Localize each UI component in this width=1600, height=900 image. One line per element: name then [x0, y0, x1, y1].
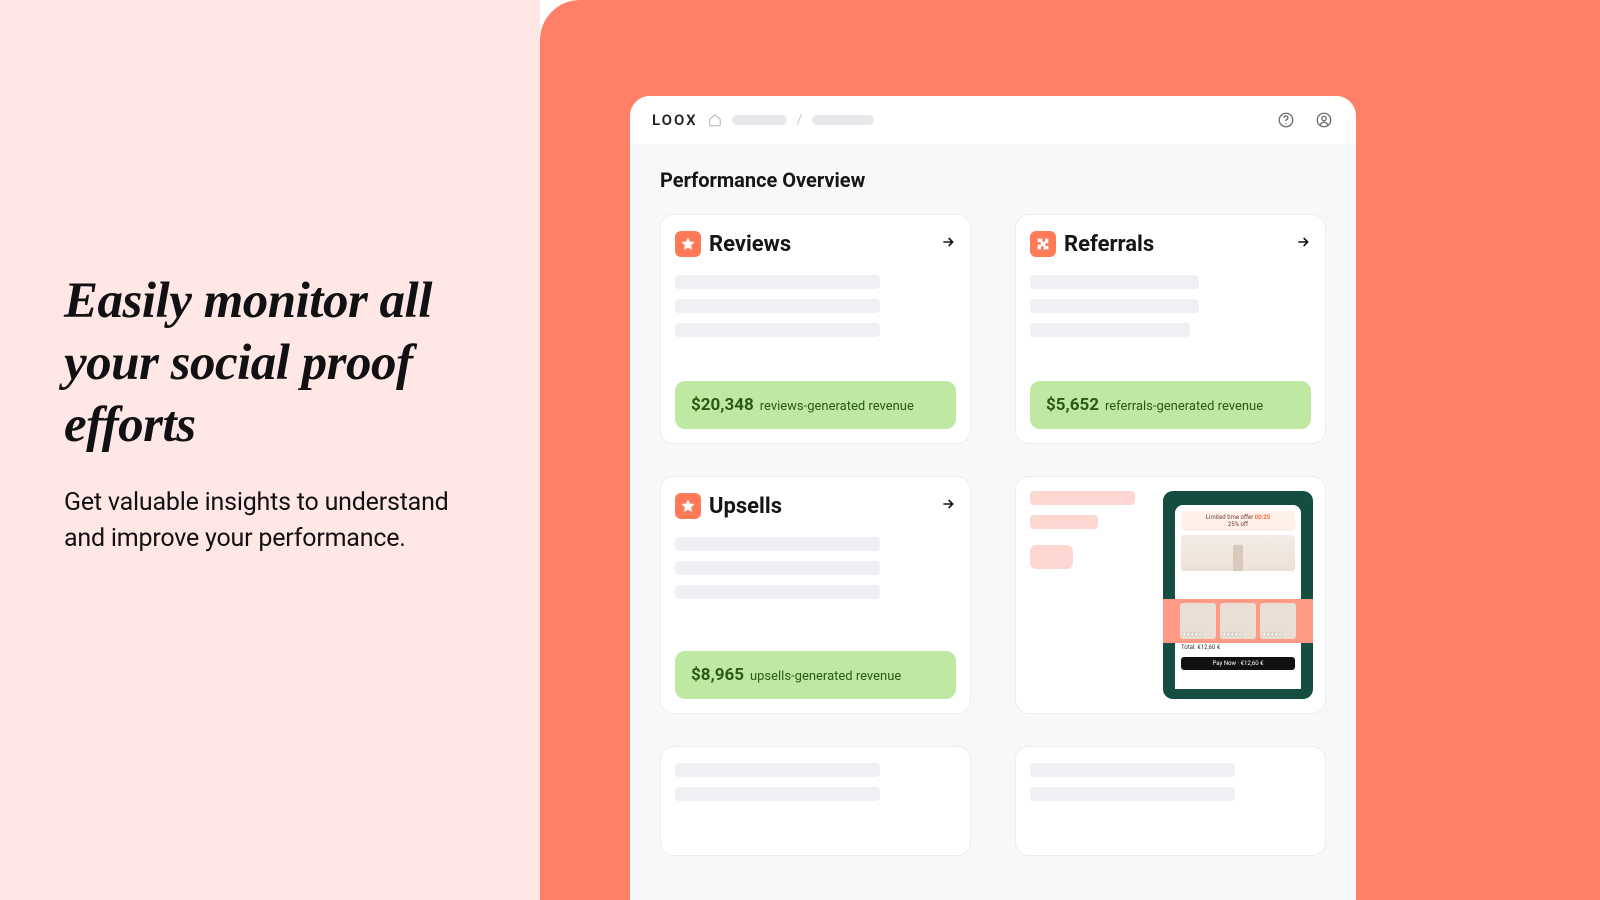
skeleton-line — [675, 299, 880, 313]
card-title: Upsells — [709, 494, 932, 519]
metric-placeholder-group — [675, 537, 956, 651]
marketing-right-panel: LOOX / Performance Overview — [540, 0, 1600, 900]
banner-timer: 00:25 — [1255, 514, 1270, 521]
card-title: Reviews — [709, 232, 932, 257]
product-hero-image — [1181, 535, 1295, 571]
cards-grid: Reviews $20,348 reviews-generated revenu… — [660, 214, 1326, 856]
total-label: Total: — [1181, 644, 1196, 651]
help-icon[interactable] — [1276, 110, 1296, 130]
card-title: Referrals — [1064, 232, 1287, 257]
revenue-pill: $5,652 referrals-generated revenue — [1030, 381, 1311, 429]
pay-now-button[interactable]: Pay Now · €12,60 € — [1181, 657, 1295, 670]
star-icon — [675, 231, 701, 257]
preview-placeholder-group — [1030, 491, 1153, 699]
app-window: LOOX / Performance Overview — [630, 96, 1356, 900]
review-thumbnail[interactable] — [1180, 603, 1216, 639]
profile-icon[interactable] — [1314, 110, 1334, 130]
revenue-amount: $20,348 — [691, 395, 754, 415]
total-value: €12,60 € — [1197, 644, 1220, 651]
arrow-right-icon[interactable] — [940, 234, 956, 254]
revenue-pill: $20,348 reviews-generated revenue — [675, 381, 956, 429]
skeleton-button — [1030, 545, 1073, 569]
marketing-subhead: Get valuable insights to understand and … — [64, 485, 490, 558]
arrow-right-icon[interactable] — [940, 496, 956, 516]
skeleton-line — [1030, 491, 1135, 505]
review-thumbnail-strip — [1163, 599, 1313, 643]
revenue-label: reviews-generated revenue — [760, 399, 914, 414]
card-stub[interactable] — [1015, 746, 1326, 856]
skeleton-line — [1030, 515, 1098, 529]
marketing-left-panel: Easily monitor all your social proof eff… — [0, 0, 540, 900]
skeleton-line — [675, 561, 880, 575]
revenue-label: upsells-generated revenue — [750, 669, 901, 684]
limited-offer-banner: Limited time offer 00:25 25% off — [1181, 511, 1295, 531]
breadcrumb-separator: / — [797, 112, 803, 128]
banner-discount: 25% off — [1228, 521, 1248, 528]
page-title: Performance Overview — [660, 168, 1326, 192]
skeleton-line — [675, 585, 880, 599]
skeleton-line — [1030, 787, 1235, 801]
breadcrumb-placeholder — [732, 115, 787, 125]
card-reviews[interactable]: Reviews $20,348 reviews-generated revenu… — [660, 214, 971, 444]
revenue-pill: $8,965 upsells-generated revenue — [675, 651, 956, 699]
skeleton-line — [675, 763, 880, 777]
puzzle-icon — [1030, 231, 1056, 257]
card-preview[interactable]: Limited time offer 00:25 25% off ★★★★★ 4… — [1015, 476, 1326, 714]
review-thumbnail[interactable] — [1220, 603, 1256, 639]
skeleton-line — [1030, 323, 1190, 337]
phone-preview-inner: Limited time offer 00:25 25% off ★★★★★ 4… — [1175, 505, 1301, 689]
card-stub[interactable] — [660, 746, 971, 856]
revenue-amount: $5,652 — [1046, 395, 1099, 415]
skeleton-line — [1030, 763, 1235, 777]
skeleton-line — [675, 787, 880, 801]
app-header: LOOX / — [630, 96, 1356, 144]
card-upsells[interactable]: Upsells $8,965 upsells-generated revenue — [660, 476, 971, 714]
revenue-label: referrals-generated revenue — [1105, 399, 1263, 414]
star-icon — [675, 493, 701, 519]
app-body: Performance Overview Reviews — [630, 144, 1356, 880]
total-row: Total: €12,60 € — [1181, 644, 1295, 651]
skeleton-line — [1030, 299, 1199, 313]
marketing-headline: Easily monitor all your social proof eff… — [64, 270, 490, 457]
review-thumbnail[interactable] — [1260, 603, 1296, 639]
card-referrals[interactable]: Referrals $5,652 referrals-generated rev… — [1015, 214, 1326, 444]
skeleton-line — [1030, 275, 1199, 289]
metric-placeholder-group — [1030, 275, 1311, 381]
home-icon[interactable] — [708, 113, 722, 127]
arrow-right-icon[interactable] — [1295, 234, 1311, 254]
metric-placeholder-group — [675, 275, 956, 381]
banner-prefix: Limited time offer — [1206, 514, 1254, 521]
skeleton-line — [675, 275, 880, 289]
app-logo: LOOX — [652, 111, 698, 129]
skeleton-line — [675, 323, 880, 337]
skeleton-line — [675, 537, 880, 551]
revenue-amount: $8,965 — [691, 665, 744, 685]
breadcrumb-placeholder — [812, 115, 874, 125]
phone-preview-frame: Limited time offer 00:25 25% off ★★★★★ 4… — [1163, 491, 1313, 699]
